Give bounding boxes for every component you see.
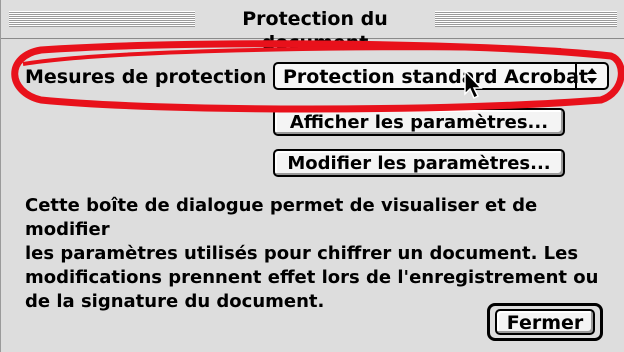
change-settings-button[interactable]: Modifier les paramètres... (273, 149, 565, 177)
security-method-popup[interactable]: Protection standard Acrobat (273, 62, 609, 90)
title-bar-stripes-right (435, 11, 617, 27)
dialog-title: Protection du document (195, 7, 435, 54)
title-bar-stripes-left (9, 11, 195, 27)
close-button[interactable]: Fermer (495, 309, 595, 335)
updown-arrows-icon (575, 64, 607, 88)
dialog-description: Cette boîte de dialogue permet de visual… (25, 195, 599, 312)
mouse-pointer-icon (464, 70, 483, 100)
show-settings-button[interactable]: Afficher les paramètres... (273, 108, 565, 136)
title-bar[interactable]: Protection du document (1, 0, 624, 54)
document-security-dialog: Protection du document Mesures de protec… (0, 0, 624, 352)
security-method-value: Protection standard Acrobat (283, 66, 589, 88)
security-method-label: Mesures de protection : (25, 66, 281, 88)
